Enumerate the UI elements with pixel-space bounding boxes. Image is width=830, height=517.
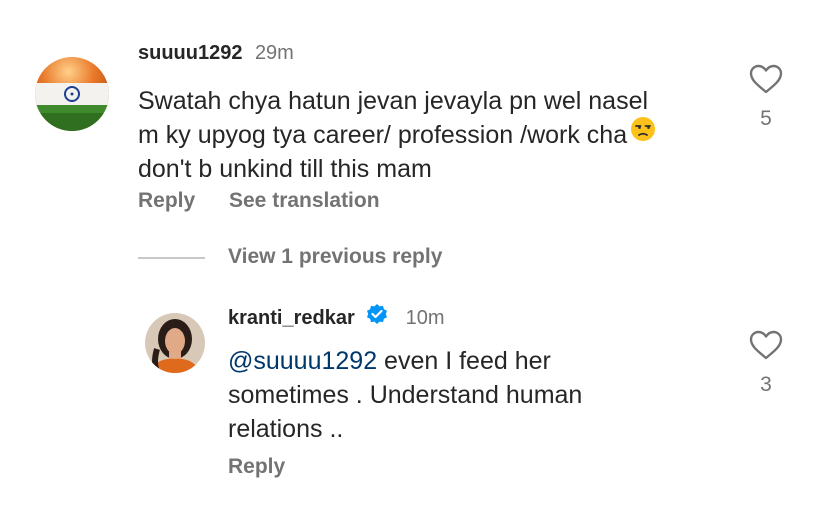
view-previous-replies-button[interactable]: View 1 previous reply	[228, 245, 442, 269]
comment-timestamp: 29m	[254, 42, 294, 64]
see-translation-button[interactable]: See translation	[229, 189, 380, 213]
reply-header: kranti_redkar 10m	[228, 304, 445, 332]
heart-icon[interactable]	[749, 330, 783, 365]
reply-username[interactable]: kranti_redkar	[228, 307, 355, 329]
india-flag-avatar-image	[35, 57, 109, 131]
reply-button[interactable]: Reply	[228, 455, 285, 479]
replies-divider-line	[138, 257, 205, 259]
reply-like: 3	[746, 330, 786, 397]
reply-text: @suuuu1292 even I feed her sometimes . U…	[228, 344, 708, 446]
like-count: 5	[760, 107, 772, 130]
comment-like: 5	[746, 64, 786, 131]
reply-text-line-1-content: even I feed her	[377, 347, 551, 375]
avatar-suuuu1292[interactable]	[35, 57, 109, 131]
like-count: 3	[760, 373, 772, 396]
unamused-face-icon	[630, 116, 656, 151]
comment-text-line-2-content: m ky upyog tya career/ profession /work …	[138, 121, 628, 149]
reply-button[interactable]: Reply	[138, 189, 195, 213]
reply-timestamp: 10m	[405, 307, 445, 329]
comment-text: Swatah chya hatun jevan jevayla pn wel n…	[138, 84, 718, 186]
verified-badge-icon	[365, 303, 389, 332]
reply-text-line-2: sometimes . Understand human	[228, 381, 583, 409]
comment-text-line-1: Swatah chya hatun jevan jevayla pn wel n…	[138, 87, 649, 115]
comment-text-line-3: don't b unkind till this mam	[138, 155, 432, 183]
profile-photo-image	[145, 313, 205, 373]
reply-text-line-1: @suuuu1292 even I feed her	[228, 344, 708, 378]
comment-username[interactable]: suuuu1292	[138, 42, 242, 64]
reply-text-line-3: relations ..	[228, 415, 344, 443]
avatar-kranti-redkar[interactable]	[145, 313, 205, 373]
comment-header: suuuu1292 29m	[138, 42, 294, 65]
mention-link[interactable]: @suuuu1292	[228, 347, 377, 375]
heart-icon[interactable]	[749, 64, 783, 99]
comment-text-line-2: m ky upyog tya career/ profession /work …	[138, 116, 718, 152]
